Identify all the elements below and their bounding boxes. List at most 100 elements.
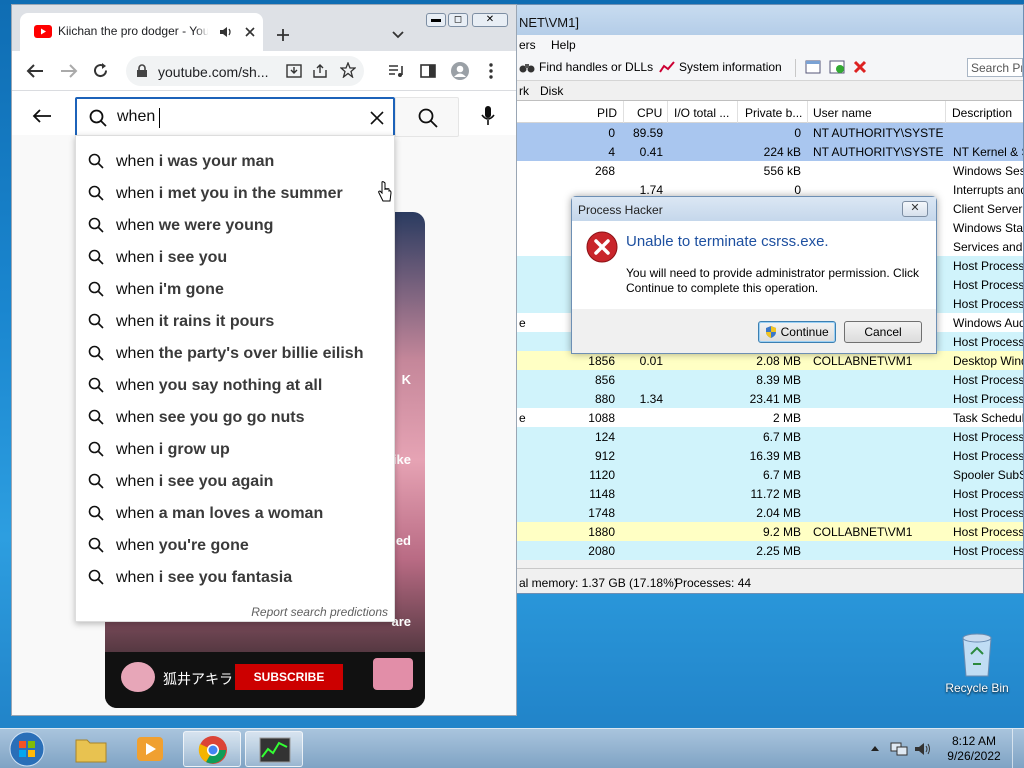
window-green-icon[interactable] [829, 60, 845, 74]
system-information-button[interactable]: System information [659, 60, 782, 74]
close-window-button[interactable]: ✕ [472, 13, 508, 27]
tab-disk[interactable]: Disk [540, 84, 563, 98]
process-private-bytes: 2.04 MB [756, 506, 801, 520]
omnibox-bar: youtube.com/sh... [12, 51, 516, 91]
suggestion-item[interactable]: when see you go go nuts [76, 401, 394, 433]
reload-icon[interactable] [92, 62, 109, 79]
menu-dots-icon[interactable] [488, 63, 494, 79]
media-player-taskbar-button[interactable] [122, 731, 180, 767]
suggestion-item[interactable]: when i'm gone [76, 273, 394, 305]
explorer-taskbar-button[interactable] [62, 731, 120, 767]
channel-name[interactable]: 狐井アキラ [163, 669, 233, 689]
microphone-icon[interactable] [481, 105, 495, 127]
subscribe-button[interactable]: SUBSCRIBE [235, 664, 343, 690]
menu-users[interactable]: ers [519, 38, 536, 52]
tab-network[interactable]: rk [519, 84, 529, 98]
start-button-icon[interactable] [8, 731, 46, 767]
suggestion-item[interactable]: when the party's over billie eilish [76, 337, 394, 369]
search-input[interactable]: when [75, 97, 395, 137]
recycle-bin[interactable]: Recycle Bin [942, 630, 1012, 695]
tab-search-icon[interactable] [392, 31, 404, 39]
col-cpu[interactable]: CPU [637, 106, 662, 120]
new-tab-icon[interactable] [276, 28, 290, 42]
suggestion-item[interactable]: when you say nothing at all [76, 369, 394, 401]
process-description: Windows Sess [953, 164, 1024, 178]
youtube-page: 狐井アキラ SUBSCRIBE K ike bled are when when… [12, 91, 516, 715]
forward-icon[interactable] [60, 63, 78, 79]
suggestion-item[interactable]: when we were young [76, 209, 394, 241]
cancel-button[interactable]: Cancel [844, 321, 922, 343]
terminate-icon[interactable] [853, 60, 867, 74]
window-icon[interactable] [805, 60, 821, 74]
suggestion-item[interactable]: when it rains it pours [76, 305, 394, 337]
process-pid: 1148 [589, 487, 615, 501]
chrome-taskbar-button[interactable] [183, 731, 241, 767]
channel-avatar[interactable] [121, 662, 155, 692]
star-icon[interactable] [340, 62, 356, 78]
continue-button[interactable]: Continue [758, 321, 836, 343]
search-suggestions: when i was your man when i met you in the… [75, 135, 395, 622]
suggestion-prefix: when [116, 537, 159, 554]
chart-icon [659, 61, 675, 73]
suggestion-item[interactable]: when you're gone [76, 529, 394, 561]
profile-icon[interactable] [450, 61, 470, 81]
suggestion-completion: it rains it pours [158, 313, 275, 330]
suggestion-text: when i met you in the summer [116, 185, 343, 203]
col-private-bytes[interactable]: Private b... [745, 106, 802, 120]
find-handles-button[interactable]: Find handles or DLLs [519, 60, 653, 74]
network-icon[interactable] [890, 741, 908, 757]
error-dialog: Process Hacker ✕ Unable to terminate csr… [571, 196, 937, 354]
recycle-bin-label: Recycle Bin [945, 681, 1009, 695]
col-pid[interactable]: PID [597, 106, 617, 120]
col-description[interactable]: Description [952, 106, 1012, 120]
process-description: Spooler SubSy [953, 468, 1023, 482]
suggestion-completion: you say nothing at all [158, 377, 323, 394]
show-hidden-icons-icon[interactable] [870, 744, 880, 752]
suggestion-item[interactable]: when i see you [76, 241, 394, 273]
speaker-icon[interactable] [219, 25, 233, 39]
side-panel-icon[interactable] [420, 64, 436, 78]
process-description: Host Process f [953, 487, 1024, 501]
suggestion-item[interactable]: when i was your man [76, 145, 394, 177]
maximize-button[interactable]: ◻ [448, 13, 468, 27]
suggestion-prefix: when [116, 409, 159, 426]
process-name: e [519, 316, 526, 330]
report-predictions-link[interactable]: Report search predictions [251, 605, 388, 619]
close-tab-icon[interactable] [244, 26, 256, 38]
suggestion-text: when you're gone [116, 537, 249, 555]
show-desktop-button[interactable] [1012, 729, 1024, 768]
dialog-message: You will need to provide administrator p… [626, 266, 920, 295]
process-pid: 268 [594, 164, 615, 178]
process-description: Desktop Wind [953, 354, 1024, 368]
share-icon[interactable] [312, 63, 328, 79]
process-private-bytes: 2 MB [772, 411, 801, 425]
search-processes-input[interactable]: Search Pro [967, 58, 1023, 77]
back-arrow-icon[interactable] [32, 108, 52, 124]
browser-tab[interactable]: Kiichan the pro dodger - YouTube [20, 13, 263, 51]
suggestion-text: when i grow up [116, 441, 230, 459]
tab-title: Kiichan the pro dodger - YouTube [58, 24, 208, 38]
suggestion-prefix: when [116, 473, 159, 490]
search-button[interactable] [395, 97, 459, 137]
suggestion-item[interactable]: when a man loves a woman [76, 497, 394, 529]
col-io[interactable]: I/O total ... [674, 106, 729, 120]
dialog-close-button[interactable]: ✕ [902, 201, 928, 217]
install-icon[interactable] [286, 64, 302, 78]
suggestion-item[interactable]: when i see you again [76, 465, 394, 497]
process-hacker-taskbar-button[interactable] [245, 731, 303, 767]
system-clock[interactable]: 8:12 AM 9/26/2022 [944, 734, 1004, 764]
search-icon [88, 377, 104, 393]
suggestion-item[interactable]: when i met you in the summer [76, 177, 394, 209]
side-label-like[interactable]: ike [393, 452, 411, 467]
minimize-button[interactable]: ▬ [426, 13, 446, 27]
suggestion-item[interactable]: when i see you fantasia [76, 561, 394, 593]
menu-help[interactable]: Help [551, 38, 576, 52]
tab-strip: Kiichan the pro dodger - YouTube ▬ ◻ ✕ [12, 5, 516, 51]
clear-icon[interactable] [369, 110, 385, 126]
back-icon[interactable] [26, 63, 44, 79]
suggestion-item[interactable]: when i grow up [76, 433, 394, 465]
volume-icon[interactable] [914, 741, 932, 757]
col-user-name[interactable]: User name [813, 106, 872, 120]
media-control-icon[interactable] [388, 64, 404, 78]
address-bar[interactable]: youtube.com/sh... [126, 56, 364, 86]
